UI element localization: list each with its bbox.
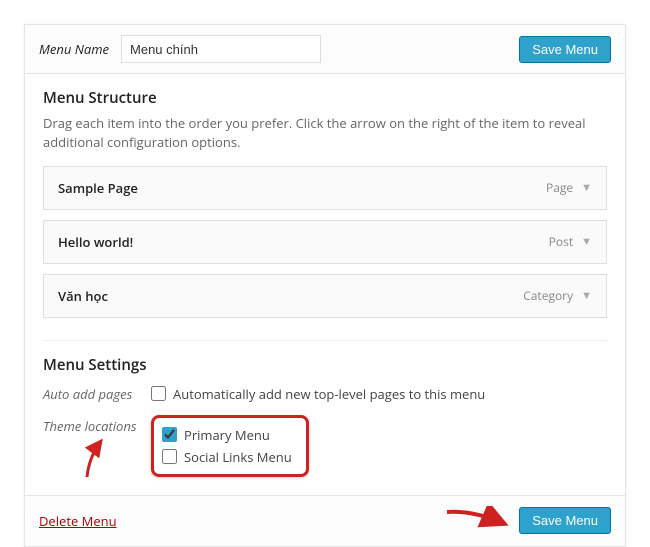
auto-add-pages-checkbox[interactable]	[151, 386, 166, 401]
chevron-down-icon[interactable]: ▼	[581, 180, 592, 195]
menu-item-title: Hello world!	[58, 233, 549, 251]
menu-item[interactable]: Hello world! Post ▼	[43, 220, 607, 264]
menu-settings-heading: Menu Settings	[43, 355, 607, 375]
menu-settings-section: Menu Settings Auto add pages Automatical…	[43, 340, 607, 477]
menu-item-type: Post	[549, 233, 573, 250]
social-links-menu-label[interactable]: Social Links Menu	[184, 448, 292, 466]
auto-add-pages-text[interactable]: Automatically add new top-level pages to…	[173, 385, 485, 403]
menu-item-title: Văn học	[58, 287, 523, 305]
annotation-arrow-icon	[79, 433, 115, 481]
menu-item[interactable]: Văn học Category ▼	[43, 274, 607, 318]
menu-item[interactable]: Sample Page Page ▼	[43, 166, 607, 210]
menu-item-type: Category	[523, 287, 573, 304]
annotation-highlight-box: Primary Menu Social Links Menu	[151, 415, 309, 477]
primary-menu-checkbox[interactable]	[162, 427, 177, 442]
auto-add-pages-label: Auto add pages	[43, 383, 151, 403]
panel-footer: Delete Menu Save Menu	[25, 495, 625, 546]
theme-locations-row: Theme locations Primary Menu Social Link…	[43, 415, 607, 477]
panel-header: Menu Name Save Menu	[25, 25, 625, 74]
menu-name-label: Menu Name	[39, 40, 109, 58]
menu-structure-heading: Menu Structure	[43, 88, 607, 108]
menu-item-type: Page	[546, 179, 573, 196]
primary-menu-label[interactable]: Primary Menu	[184, 426, 270, 444]
save-menu-button-bottom[interactable]: Save Menu	[519, 507, 611, 534]
chevron-down-icon[interactable]: ▼	[581, 288, 592, 303]
social-links-menu-checkbox[interactable]	[162, 449, 177, 464]
annotation-arrow-icon	[443, 506, 513, 536]
menu-structure-description: Drag each item into the order you prefer…	[43, 114, 607, 152]
menu-item-title: Sample Page	[58, 179, 546, 197]
panel-body: Menu Structure Drag each item into the o…	[25, 74, 625, 495]
auto-add-pages-row: Auto add pages Automatically add new top…	[43, 383, 607, 405]
chevron-down-icon[interactable]: ▼	[581, 234, 592, 249]
save-menu-button-top[interactable]: Save Menu	[519, 36, 611, 63]
delete-menu-link[interactable]: Delete Menu	[39, 512, 117, 530]
menu-edit-panel: Menu Name Save Menu Menu Structure Drag …	[24, 24, 626, 547]
menu-name-input[interactable]	[121, 35, 321, 63]
theme-locations-label: Theme locations	[43, 415, 151, 435]
